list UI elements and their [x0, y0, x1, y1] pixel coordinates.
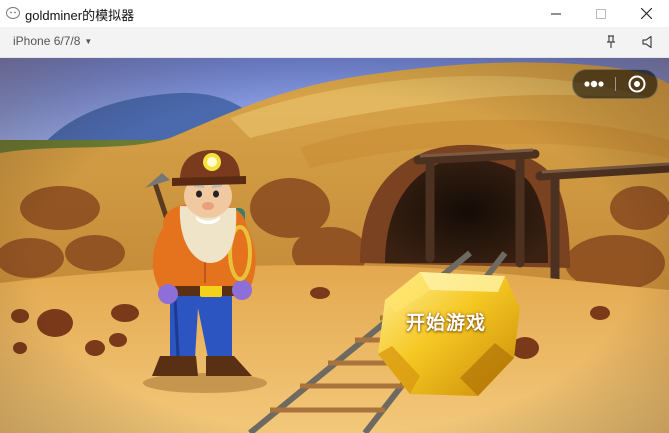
window-title: goldminer的模拟器 — [25, 8, 135, 23]
chevron-down-icon: ▼ — [84, 36, 93, 46]
minimize-button[interactable] — [533, 0, 579, 27]
maximize-icon — [596, 8, 606, 19]
device-label: iPhone 6/7/8 — [13, 34, 81, 48]
start-game-label: 开始游戏 — [405, 312, 486, 334]
game-canvas[interactable]: 开始游戏 — [0, 58, 669, 433]
exit-target-icon — [628, 75, 645, 93]
exit-button[interactable] — [616, 70, 657, 98]
vignette — [0, 58, 669, 433]
app-icon — [6, 7, 20, 19]
pin-icon[interactable] — [603, 34, 619, 50]
title-bar: goldminer的模拟器 — [0, 0, 669, 27]
close-icon — [640, 8, 652, 19]
mine-scene — [0, 58, 669, 433]
more-button[interactable] — [573, 70, 615, 98]
start-game-button[interactable]: 开始游戏 — [370, 270, 522, 396]
speaker-icon[interactable] — [640, 34, 656, 50]
maximize-button[interactable] — [578, 0, 624, 27]
miniprogram-capsule — [572, 69, 658, 99]
simulator-toolbar: iPhone 6/7/8 ▼ — [0, 27, 669, 58]
close-button[interactable] — [623, 0, 669, 27]
device-selector[interactable]: iPhone 6/7/8 ▼ — [13, 34, 92, 48]
more-dots-icon — [584, 80, 604, 88]
minimize-icon — [551, 13, 561, 14]
simulator-window: goldminer的模拟器 iPhone 6/7/8 ▼ 开始游戏 — [0, 0, 669, 433]
